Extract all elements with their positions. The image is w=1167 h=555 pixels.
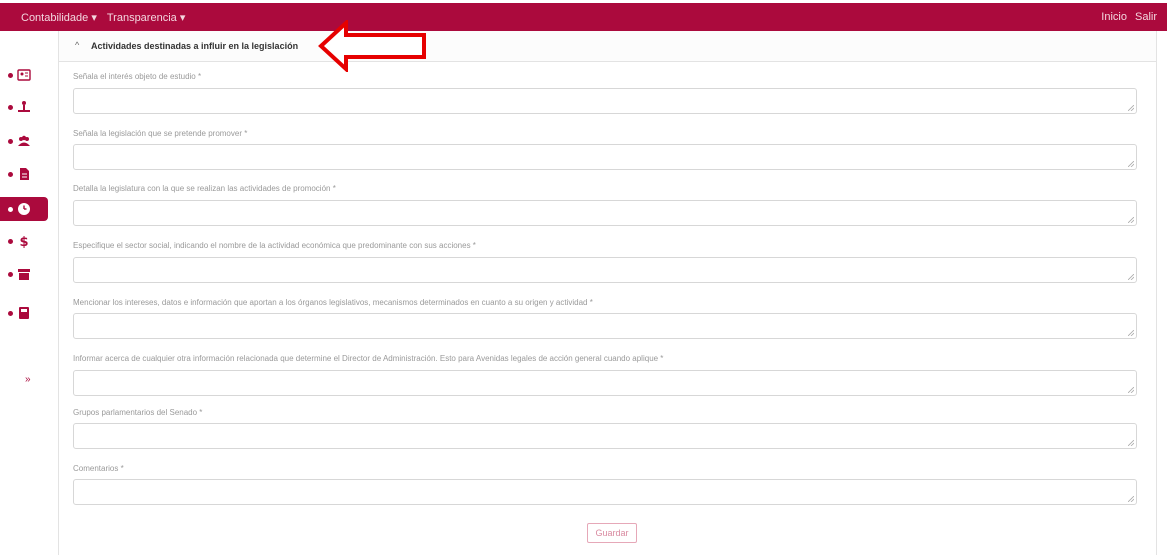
save-button[interactable]: Guardar	[587, 523, 637, 543]
menu-contabilidade[interactable]: Contabilidade ▾	[21, 11, 97, 24]
sidebar-dot	[8, 271, 13, 277]
sidebar-item-book[interactable]	[0, 301, 48, 325]
top-navigation-bar: Contabilidade ▾ Transparencia ▾ Inicio S…	[0, 3, 1167, 31]
sidebar-dot	[8, 104, 13, 110]
document-icon	[20, 168, 29, 180]
section-title: Actividades destinadas a influir en la l…	[91, 41, 299, 51]
clock-icon	[18, 203, 30, 215]
field-label-grupos: Grupos parlamentarios del Senado *	[73, 408, 203, 417]
grupos-textarea[interactable]	[73, 423, 1137, 449]
salir-link[interactable]: Salir	[1135, 11, 1157, 23]
sidebar-item-archive[interactable]	[0, 262, 48, 286]
group-icon	[18, 135, 30, 146]
sidebar-item-group[interactable]	[0, 129, 48, 153]
field-label-interes: Señala el interés objeto de estudio *	[73, 72, 202, 81]
sidebar-dot	[8, 206, 13, 212]
sidebar-dot	[8, 72, 13, 78]
field-label-intereses-datos: Mencionar los intereses, datos e informa…	[73, 298, 593, 307]
section-header[interactable]: ^ Actividades destinadas a influir en la…	[59, 31, 1156, 62]
sector-textarea[interactable]	[73, 257, 1137, 283]
sidebar-item-id-card[interactable]	[0, 63, 48, 87]
annotation-arrow-icon	[318, 20, 426, 72]
id-card-icon	[17, 69, 31, 81]
form-panel: ^ Actividades destinadas a influir en la…	[58, 31, 1157, 555]
comentarios-textarea[interactable]	[73, 479, 1137, 505]
resize-grip-icon[interactable]	[1128, 161, 1134, 167]
inicio-link[interactable]: Inicio	[1101, 11, 1127, 23]
field-label-comentarios: Comentarios *	[73, 464, 124, 473]
sidebar-dot	[8, 310, 13, 316]
resize-grip-icon[interactable]	[1128, 330, 1134, 336]
interes-textarea[interactable]	[73, 88, 1137, 114]
sidebar-dot	[8, 171, 13, 177]
resize-grip-icon[interactable]	[1128, 440, 1134, 446]
book-icon	[19, 307, 29, 319]
field-label-legislacion: Señala la legislación que se pretende pr…	[73, 129, 248, 138]
intereses-datos-textarea[interactable]	[73, 313, 1137, 339]
archive-icon	[18, 269, 30, 280]
resize-grip-icon[interactable]	[1128, 387, 1134, 393]
menu-transparencia[interactable]: Transparencia ▾	[107, 11, 185, 24]
field-label-legislatura: Detalla la legislatura con la que se rea…	[73, 184, 336, 193]
chevron-up-icon[interactable]: ^	[75, 40, 79, 50]
svg-text:$: $	[19, 235, 28, 248]
legislatura-textarea[interactable]	[73, 200, 1137, 226]
resize-grip-icon[interactable]	[1128, 496, 1134, 502]
sidebar: $ »	[0, 31, 48, 555]
sidebar-item-person-desk[interactable]	[0, 95, 48, 119]
field-label-sector: Especifique el sector social, indicando …	[73, 241, 476, 250]
resize-grip-icon[interactable]	[1128, 274, 1134, 280]
resize-grip-icon[interactable]	[1128, 105, 1134, 111]
sidebar-collapse-toggle[interactable]: »	[25, 374, 31, 385]
top-nav-menu: Contabilidade ▾ Transparencia ▾	[21, 11, 185, 24]
legislacion-textarea[interactable]	[73, 144, 1137, 170]
otra-informacion-textarea[interactable]	[73, 370, 1137, 396]
sidebar-dot	[8, 238, 13, 244]
resize-grip-icon[interactable]	[1128, 217, 1134, 223]
person-desk-icon	[18, 101, 30, 112]
sidebar-item-clock[interactable]	[0, 197, 48, 221]
top-right-links: Inicio Salir	[1101, 11, 1157, 23]
sidebar-dot	[8, 138, 13, 144]
dollar-icon: $	[19, 235, 28, 248]
field-label-otra-informacion: Informar acerca de cualquier otra inform…	[73, 354, 664, 363]
sidebar-item-dollar[interactable]: $	[0, 229, 48, 253]
sidebar-item-document[interactable]	[0, 162, 48, 186]
